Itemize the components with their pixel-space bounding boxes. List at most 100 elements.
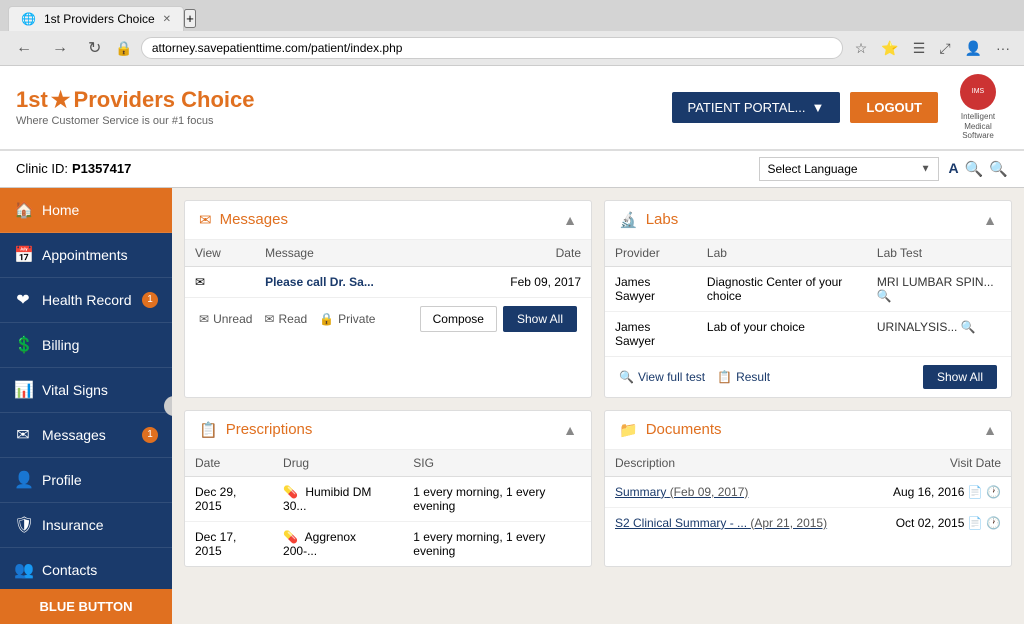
blue-button[interactable]: BLUE BUTTON <box>0 589 172 624</box>
result-label: Result <box>736 370 770 384</box>
sidebar-item-billing[interactable]: 💲 Billing <box>0 323 172 368</box>
doc-summary-link-2[interactable]: S2 Clinical Summary - ... (Apr 21, 2015) <box>615 516 827 530</box>
prescriptions-card: 📋 Prescriptions ▲ Date Drug SIG <box>184 410 592 567</box>
logo-area: 1st★Providers Choice Where Customer Serv… <box>16 87 672 127</box>
messages-title-text: Messages <box>220 211 288 228</box>
sidebar-item-vital-signs[interactable]: 📊 Vital Signs <box>0 368 172 413</box>
labs-title-text: Labs <box>646 211 679 228</box>
prescriptions-card-title: 📋 Prescriptions <box>199 421 312 439</box>
doc-visit-date-1: Aug 16, 2016 <box>893 485 964 499</box>
compose-button[interactable]: Compose <box>420 306 497 332</box>
address-input[interactable] <box>141 37 843 59</box>
sidebar-label-health-record: Health Record <box>42 292 132 308</box>
home-icon: 🏠 <box>14 200 32 220</box>
envelope-small-icon: ✉ <box>195 275 205 289</box>
rx-drug-2: 💊 Aggrenox 200-... <box>273 521 403 566</box>
app-header: 1st★Providers Choice Where Customer Serv… <box>0 66 1024 151</box>
sidebar-item-health-record[interactable]: ❤ Health Record 1 <box>0 278 172 323</box>
labs-show-all-button[interactable]: Show All <box>923 365 997 389</box>
text-size-icon[interactable]: A <box>949 160 959 178</box>
doc-clock-icon-1[interactable]: 🕐 <box>986 485 1001 499</box>
lab-lab-2: Lab of your choice <box>697 311 867 356</box>
doc-clock-icon-2[interactable]: 🕐 <box>986 516 1001 530</box>
sidebar-item-insurance[interactable]: 🛡 Insurance <box>0 503 172 548</box>
logout-button[interactable]: LOGOUT <box>850 92 938 123</box>
clinic-id-value: P1357417 <box>72 161 131 176</box>
labs-table: Provider Lab Lab Test James Sawyer Diagn… <box>605 240 1011 356</box>
private-label: Private <box>338 312 375 326</box>
message-link[interactable]: Please call Dr. Sa... <box>265 275 374 289</box>
messages-badge: 1 <box>142 427 158 443</box>
messages-card-title: ✉ Messages <box>199 211 288 229</box>
extend-icon[interactable]: ⤢ <box>935 38 954 59</box>
private-filter[interactable]: 🔒 Private <box>319 312 375 326</box>
bookmark-icon[interactable]: ☆ <box>851 38 872 59</box>
language-selector-wrapper: Select Language ▼ <box>759 157 939 181</box>
patient-portal-button[interactable]: PATIENT PORTAL... ▼ <box>672 92 841 123</box>
ims-label: Intelligent Medical Software <box>948 112 1008 141</box>
sidebar-item-messages[interactable]: ✉ Messages 1 <box>0 413 172 458</box>
sidebar-item-profile[interactable]: 👤 Profile <box>0 458 172 503</box>
lab-search-icon-2[interactable]: 🔍 <box>961 320 976 334</box>
labs-col-provider: Provider <box>605 240 697 267</box>
labs-col-test: Lab Test <box>867 240 1011 267</box>
rx-sig-2: 1 every morning, 1 every evening <box>403 521 591 566</box>
rx-col-sig: SIG <box>403 450 591 477</box>
prescriptions-collapse-icon[interactable]: ▲ <box>563 422 577 438</box>
documents-collapse-icon[interactable]: ▲ <box>983 422 997 438</box>
labs-col-lab: Lab <box>697 240 867 267</box>
lab-provider-1: James Sawyer <box>605 266 697 311</box>
header-actions: PATIENT PORTAL... ▼ LOGOUT IMS Intellige… <box>672 74 1008 141</box>
lab-search-icon-1[interactable]: 🔍 <box>877 289 892 303</box>
unread-filter[interactable]: ✉ Unread <box>199 312 252 326</box>
clinic-right: Select Language ▼ A 🔍 🔍 <box>759 157 1009 181</box>
sidebar-item-contacts[interactable]: 👥 Contacts <box>0 548 172 593</box>
documents-card-body: Description Visit Date Summary (Feb 09, … <box>605 450 1011 538</box>
more-icon[interactable]: ··· <box>992 38 1014 59</box>
table-row: ✉ Please call Dr. Sa... Feb 09, 2017 <box>185 266 591 297</box>
table-row: S2 Clinical Summary - ... (Apr 21, 2015)… <box>605 507 1011 538</box>
prescriptions-title-text: Prescriptions <box>226 421 313 438</box>
browser-tab[interactable]: 🌐 1st Providers Choice ✕ <box>8 6 184 31</box>
messages-card-header: ✉ Messages ▲ <box>185 201 591 240</box>
menu-icon[interactable]: ☰ <box>909 38 930 59</box>
doc-visit-date-2: Oct 02, 2015 <box>896 516 965 530</box>
search-icon-2[interactable]: 🔍 <box>989 160 1008 178</box>
doc-file-icon-2[interactable]: 📄 <box>968 516 983 530</box>
user-icon: 👤 <box>14 470 32 490</box>
lock-icon: 🔒 <box>115 40 132 57</box>
table-row: Dec 17, 2015 💊 Aggrenox 200-... 1 every … <box>185 521 591 566</box>
doc-desc-date-2: (Apr 21, 2015) <box>750 516 827 530</box>
doc-summary-link-1[interactable]: Summary (Feb 09, 2017) <box>615 485 748 499</box>
rx-date-2: Dec 17, 2015 <box>185 521 273 566</box>
profile-icon[interactable]: 👤 <box>961 38 986 59</box>
view-full-test-link[interactable]: 🔍 View full test <box>619 370 705 384</box>
sidebar-item-home[interactable]: 🏠 Home <box>0 188 172 233</box>
clinic-bar: Clinic ID: P1357417 Select Language ▼ A … <box>0 151 1024 188</box>
labs-card-body: Provider Lab Lab Test James Sawyer Diagn… <box>605 240 1011 356</box>
sidebar: ‹ 🏠 Home 📅 Appointments ❤ Health Record … <box>0 188 172 624</box>
drug-icon-1: 💊 <box>283 485 298 499</box>
messages-collapse-icon[interactable]: ▲ <box>563 212 577 228</box>
forward-button[interactable]: → <box>46 37 74 59</box>
read-filter[interactable]: ✉ Read <box>264 312 307 326</box>
messages-show-all-button[interactable]: Show All <box>503 306 577 332</box>
back-button[interactable]: ← <box>10 37 38 59</box>
new-tab-button[interactable]: + <box>184 9 196 28</box>
logo-text-first: 1st <box>16 87 48 113</box>
refresh-button[interactable]: ↻ <box>82 36 107 60</box>
sidebar-label-profile: Profile <box>42 472 82 488</box>
result-link[interactable]: 📋 Result <box>717 370 770 384</box>
tab-close-icon[interactable]: ✕ <box>163 14 171 25</box>
search-icon-1[interactable]: 🔍 <box>965 160 984 178</box>
calendar-icon: 📅 <box>14 245 32 265</box>
star-icon[interactable]: ⭐ <box>877 38 902 59</box>
prescriptions-title-icon: 📋 <box>199 421 218 439</box>
labs-collapse-icon[interactable]: ▲ <box>983 212 997 228</box>
language-select[interactable]: Select Language <box>759 157 939 181</box>
doc-file-icon-1[interactable]: 📄 <box>968 485 983 499</box>
tab-title: 1st Providers Choice <box>44 12 155 26</box>
lab-lab-1: Diagnostic Center of your choice <box>697 266 867 311</box>
prescriptions-card-header: 📋 Prescriptions ▲ <box>185 411 591 450</box>
sidebar-item-appointments[interactable]: 📅 Appointments <box>0 233 172 278</box>
